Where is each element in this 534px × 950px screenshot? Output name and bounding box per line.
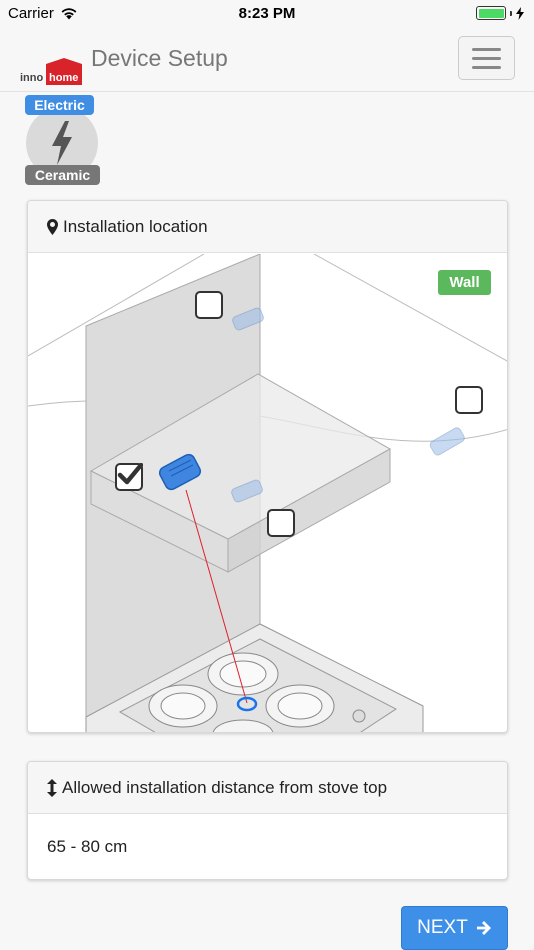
next-button[interactable]: NEXT: [401, 906, 508, 950]
ceramic-badge: Ceramic: [25, 165, 100, 185]
charging-icon: [516, 6, 524, 20]
electric-badge: Electric: [25, 95, 94, 115]
location-checkbox-wall-right[interactable]: [455, 386, 483, 414]
location-checkbox-hood-left[interactable]: [115, 463, 143, 491]
stove-type-indicator[interactable]: Electric Ceramic: [25, 95, 101, 187]
checkmark-icon: [117, 463, 143, 485]
installation-distance-header: Allowed installation distance from stove…: [28, 762, 507, 814]
navbar: inno home Device Setup: [0, 28, 534, 92]
status-bar: Carrier 8:23 PM: [0, 0, 534, 28]
vertical-arrows-icon: [47, 778, 57, 797]
installation-distance-card: Allowed installation distance from stove…: [27, 761, 508, 880]
installation-distance-value: 65 - 80 cm: [47, 837, 128, 856]
map-marker-icon: [47, 218, 58, 235]
installation-location-title: Installation location: [63, 216, 208, 236]
hamburger-icon: [472, 47, 501, 51]
battery-icon: [476, 6, 524, 20]
sensor-ghost-wall-right-icon: [429, 427, 465, 456]
logo-inno-text: inno: [20, 72, 43, 84]
location-checkbox-hood-right[interactable]: [267, 509, 295, 537]
logo-home-text: home: [49, 72, 78, 84]
arrow-right-icon: [476, 921, 491, 935]
page-title: Device Setup: [91, 45, 228, 71]
wall-badge: Wall: [438, 270, 491, 295]
location-checkbox-wall-top[interactable]: [195, 291, 223, 319]
status-time: 8:23 PM: [238, 5, 296, 22]
innohome-logo[interactable]: inno home: [20, 58, 84, 86]
installation-location-header: Installation location: [28, 201, 507, 253]
installation-distance-title: Allowed installation distance from stove…: [62, 777, 388, 797]
kitchen-illustration: [28, 253, 507, 732]
installation-diagram: Wall: [28, 253, 507, 732]
menu-button[interactable]: [458, 36, 515, 80]
next-button-label: NEXT: [417, 917, 468, 938]
lightning-bolt-icon: [52, 121, 72, 165]
installation-location-card: Installation location Wall: [27, 200, 508, 733]
